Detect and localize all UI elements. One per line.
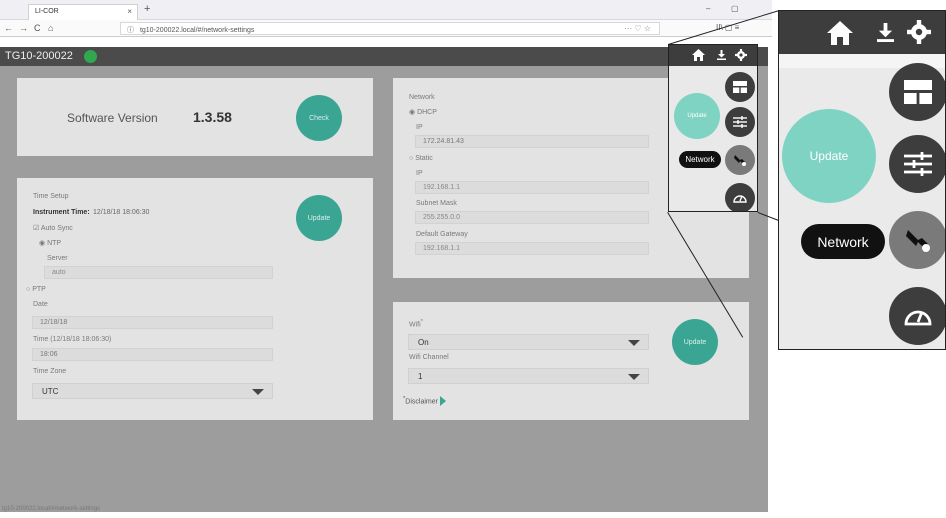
new-tab-button[interactable]: + <box>144 3 150 15</box>
ntp-label: NTP <box>47 240 62 247</box>
chevron-down-icon <box>252 389 264 395</box>
device-title: TG10-200022 <box>5 50 73 62</box>
browser-tab[interactable]: LI-COR × <box>28 4 138 20</box>
gateway-label: Default Gateway <box>416 231 468 238</box>
minimize-button[interactable]: – <box>706 4 710 13</box>
static-ip-input[interactable]: 192.168.1.1 <box>415 181 649 194</box>
side-menu-header <box>669 45 757 66</box>
network-pill-label: Network <box>679 151 721 168</box>
timezone-select[interactable]: UTC <box>32 383 273 399</box>
wifi-update-button[interactable]: Update <box>672 319 718 365</box>
software-version-label: Software Version <box>67 111 158 125</box>
zoom-inset: Update Network <box>778 10 946 350</box>
wifi-channel-value: 1 <box>418 372 423 381</box>
reload-button[interactable]: C <box>34 23 41 33</box>
subnet-label: Subnet Mask <box>416 200 457 207</box>
instrument-time-value: 12/18/18 18:06:30 <box>93 209 150 216</box>
status-bar-url: tg10-200022.local/#/network-settings <box>2 506 101 512</box>
gear-icon <box>907 20 931 44</box>
time-setup-card: Time Setup Instrument Time: 12/18/18 18:… <box>17 178 373 420</box>
back-button[interactable]: ← <box>4 23 13 33</box>
page-actions-icon[interactable]: ··· ♡ ☆ <box>624 24 651 33</box>
check-button[interactable]: Check <box>296 95 342 141</box>
software-version-value: 1.3.58 <box>193 109 232 125</box>
wifi-select[interactable]: On <box>408 334 649 350</box>
app-header: TG10-200022 <box>0 47 768 66</box>
gateway-input[interactable]: 192.168.1.1 <box>415 242 649 255</box>
disclaimer-link[interactable]: *Disclaimer <box>403 396 438 405</box>
wifi-value: On <box>418 338 429 347</box>
dashboard-icon <box>889 63 945 121</box>
forward-button[interactable]: → <box>19 23 28 33</box>
disclaimer-arrow-icon[interactable] <box>440 396 446 406</box>
home-icon[interactable] <box>692 49 705 61</box>
wifi-label: Wifi* <box>409 319 423 329</box>
home-icon <box>827 21 853 45</box>
static-radio[interactable]: ○ Static <box>409 155 433 162</box>
dhcp-ip-label: IP <box>416 124 423 131</box>
network-title: Network <box>409 94 435 101</box>
info-icon[interactable]: ⓘ <box>127 27 134 34</box>
time-input[interactable]: 18:06 <box>32 348 273 361</box>
zoom-menu-header <box>779 11 945 54</box>
connection-status-indicator <box>84 50 97 63</box>
ptp-label: PTP <box>32 286 46 293</box>
gear-icon[interactable] <box>735 49 747 61</box>
maximize-button[interactable]: ▢ <box>731 4 739 13</box>
time-setup-title: Time Setup <box>33 193 69 200</box>
browser-tab-bar: LI-COR × + – ▢ <box>0 0 772 20</box>
side-menu: Update Network <box>668 44 758 212</box>
tab-close-icon[interactable]: × <box>127 7 132 16</box>
browser-toolbar: ← → C ⌂ ⓘ tg10-200022.local/#/network-se… <box>0 20 772 37</box>
dashboard-icon[interactable] <box>725 72 755 102</box>
time-update-button[interactable]: Update <box>296 195 342 241</box>
chevron-down-icon <box>628 340 640 346</box>
wifi-channel-label: Wifi Channel <box>409 354 449 361</box>
dhcp-ip-input[interactable]: 172.24.81.43 <box>415 135 649 148</box>
date-input[interactable]: 12/18/18 <box>32 316 273 329</box>
time-label: Time (12/18/18 18:06:30) <box>33 336 112 343</box>
auto-sync-checkbox[interactable]: ☑ Auto Sync <box>33 224 73 232</box>
timezone-label: Time Zone <box>33 368 67 375</box>
ptp-radio[interactable]: ○ PTP <box>26 286 46 293</box>
static-ip-label: IP <box>416 170 423 177</box>
url-text: tg10-200022.local/#/network-settings <box>139 27 255 34</box>
timezone-value: UTC <box>42 387 59 396</box>
sliders-icon[interactable] <box>725 107 755 137</box>
wifi-card: Wifi* On Wifi Channel 1 *Disclaimer Upda… <box>393 302 749 420</box>
server-label: Server <box>47 255 68 262</box>
zoom-update-button: Update <box>782 109 876 203</box>
date-label: Date <box>33 301 48 308</box>
software-version-card: Software Version 1.3.58 Check <box>17 78 373 156</box>
main-content: Software Version 1.3.58 Check Time Setup… <box>0 66 768 512</box>
gauge-icon <box>889 287 945 345</box>
side-update-button[interactable]: Update <box>674 93 720 139</box>
wifi-channel-select[interactable]: 1 <box>408 368 649 384</box>
wrench-icon[interactable] <box>725 145 755 175</box>
zoom-network-pill: Network <box>801 224 885 259</box>
dhcp-radio[interactable]: ◉ DHCP <box>409 108 437 116</box>
wrench-icon <box>889 211 945 269</box>
download-icon <box>877 23 894 42</box>
auto-sync-label: Auto Sync <box>40 225 73 232</box>
home-button[interactable]: ⌂ <box>48 23 53 33</box>
subnet-input[interactable]: 255.255.0.0 <box>415 211 649 224</box>
screenshot: LI-COR × + – ▢ ← → C ⌂ ⓘ tg10-200022.loc… <box>0 0 946 518</box>
instrument-time-label: Instrument Time: <box>33 209 90 216</box>
gauge-icon[interactable] <box>725 183 755 211</box>
tab-title: LI-COR <box>35 8 59 15</box>
ntp-radio[interactable]: ◉ NTP <box>39 239 61 247</box>
dhcp-label: DHCP <box>417 109 437 116</box>
chevron-down-icon <box>628 374 640 380</box>
sliders-icon <box>889 135 945 193</box>
download-icon[interactable] <box>717 50 726 60</box>
server-input[interactable]: auto <box>44 266 273 279</box>
address-bar[interactable]: ⓘ tg10-200022.local/#/network-settings ·… <box>120 22 660 35</box>
static-label: Static <box>415 155 433 162</box>
